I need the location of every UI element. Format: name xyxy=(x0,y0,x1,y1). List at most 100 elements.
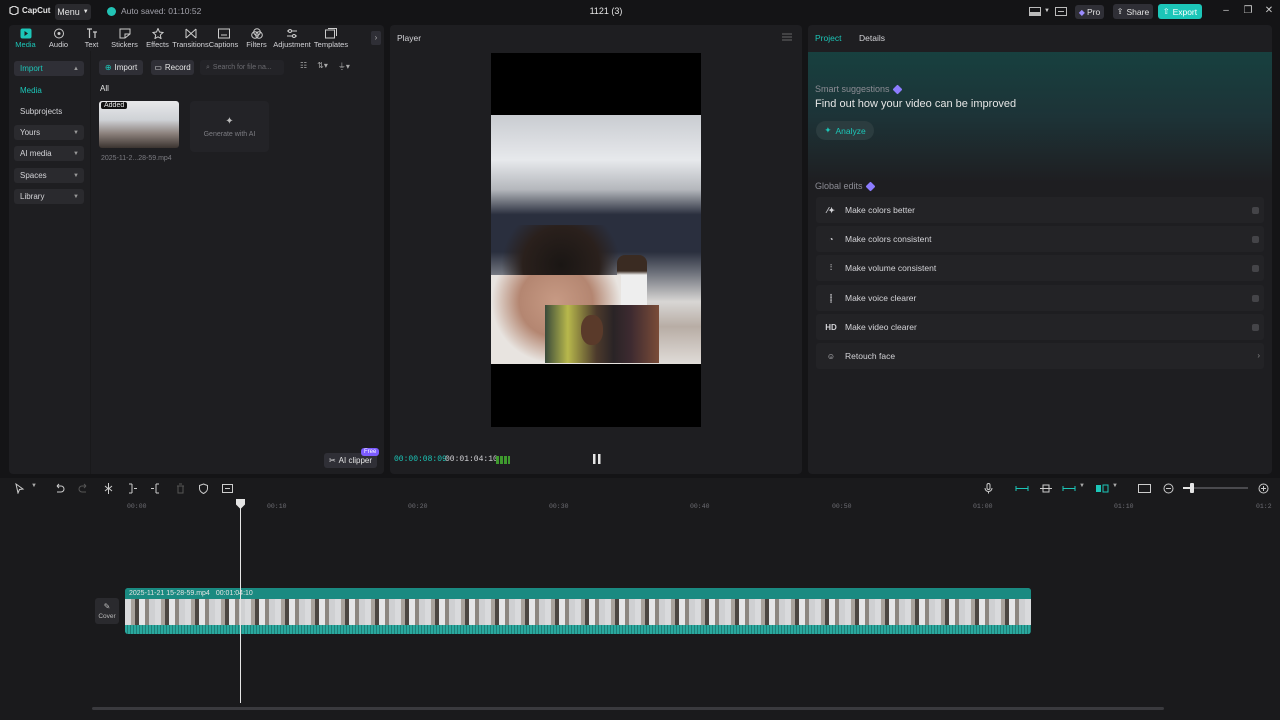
record-button[interactable]: ▭ Record xyxy=(151,60,194,75)
sidebar-item-media[interactable]: Media xyxy=(14,83,84,98)
zoom-in-icon[interactable] xyxy=(1258,483,1269,494)
delete-icon[interactable] xyxy=(175,483,186,494)
sidebar-item-yours[interactable]: Yours ▼ xyxy=(14,125,84,140)
sidebar-item-label: Library xyxy=(20,192,45,201)
split-right-icon[interactable] xyxy=(150,483,161,494)
tab-captions[interactable]: Captions xyxy=(207,25,240,51)
video-preview[interactable] xyxy=(491,53,701,427)
caption-preview-icon[interactable] xyxy=(1138,483,1151,494)
tab-transitions[interactable]: Transitions xyxy=(172,25,209,51)
pause-icon[interactable] xyxy=(593,454,601,464)
added-badge: Added xyxy=(101,102,128,109)
captions-icon xyxy=(217,28,230,38)
tab-templates[interactable]: Templates xyxy=(311,25,351,51)
tab-details[interactable]: Details xyxy=(859,33,885,43)
auto-snap-icon[interactable] xyxy=(1062,483,1076,494)
chevron-right-icon[interactable]: › xyxy=(371,31,381,45)
edit-label: Make voice clearer xyxy=(845,293,917,303)
global-edits-heading: Global edits xyxy=(815,181,875,191)
media-thumbnail[interactable]: Added xyxy=(99,101,179,148)
clip-header: 2025-11-21 15-28-59.mp4 00:01:04:10 xyxy=(125,588,1031,599)
video-clip[interactable]: 2025-11-21 15-28-59.mp4 00:01:04:10 xyxy=(125,588,1031,634)
toggle[interactable] xyxy=(1252,207,1259,214)
playhead[interactable] xyxy=(240,503,241,703)
toggle[interactable] xyxy=(1252,324,1259,331)
pro-button[interactable]: ◆ Pro xyxy=(1075,5,1104,19)
tab-text[interactable]: Text xyxy=(75,25,108,51)
media-icon xyxy=(20,28,31,38)
edit-make-voice-clearer[interactable]: ⸽ Make voice clearer xyxy=(816,285,1264,311)
export-button[interactable]: ⇧ Export xyxy=(1158,4,1202,19)
toggle[interactable] xyxy=(1252,236,1259,243)
hamburger-menu-icon[interactable] xyxy=(782,33,792,41)
layout-icon[interactable] xyxy=(1029,6,1041,17)
voice-wave-icon: ⸽ xyxy=(829,293,833,303)
edit-make-volume-consistent[interactable]: ⫶ Make volume consistent xyxy=(816,255,1264,281)
tab-project[interactable]: Project xyxy=(815,33,841,43)
toggle[interactable] xyxy=(1252,295,1259,302)
view-controls: ☷ ⇅▾ ⏚▾ xyxy=(300,61,350,72)
split-left-icon[interactable] xyxy=(127,483,138,494)
time-ruler[interactable]: 00:00 00:10 00:20 00:30 00:40 00:50 01:0… xyxy=(92,500,1272,514)
sidebar-item-spaces[interactable]: Spaces ▼ xyxy=(14,168,84,183)
chevron-down-icon[interactable]: ▼ xyxy=(1112,483,1123,494)
search-input[interactable]: ⌕ Search for file na... xyxy=(200,60,284,75)
ai-edit-icon[interactable] xyxy=(222,483,233,494)
tab-all[interactable]: All xyxy=(100,84,109,93)
grid-view-icon[interactable]: ☷ xyxy=(300,61,307,72)
edit-retouch-face[interactable]: ☺ Retouch face › xyxy=(816,343,1264,369)
sidebar-item-import[interactable]: Import ▲ xyxy=(14,61,84,76)
shortcuts-icon[interactable] xyxy=(1055,6,1067,17)
zoom-out-icon[interactable] xyxy=(1163,483,1174,494)
restore-icon[interactable]: ❐ xyxy=(1242,5,1254,17)
share-button[interactable]: ⇪ Share xyxy=(1113,4,1153,19)
undo-icon[interactable] xyxy=(54,483,65,494)
tab-stickers[interactable]: Stickers xyxy=(108,25,141,51)
edit-make-colors-consistent[interactable]: ◔ Make colors consistent xyxy=(816,226,1264,252)
split-icon[interactable] xyxy=(103,483,114,494)
edit-make-colors-better[interactable]: ⁄✦ Make colors better xyxy=(816,197,1264,223)
tab-audio[interactable]: Audio xyxy=(42,25,75,51)
close-icon[interactable]: ✕ xyxy=(1263,5,1275,17)
cover-button[interactable]: ✎ Cover xyxy=(95,598,119,624)
shield-icon[interactable] xyxy=(198,483,209,494)
timeline-panel: ▼ ▼ ▼ 00:00 00:10 00:20 00:30 00:40 00:5… xyxy=(0,478,1280,720)
sidebar-item-library[interactable]: Library ▼ xyxy=(14,189,84,204)
sidebar-item-subprojects[interactable]: Subprojects xyxy=(14,104,84,119)
media-sidebar: Import ▲ Media Subprojects Yours ▼ AI me… xyxy=(9,53,90,474)
filter-icon[interactable]: ⏚▾ xyxy=(338,61,350,72)
share-icon: ⇪ xyxy=(1116,7,1124,16)
templates-icon xyxy=(325,27,337,38)
minimize-icon[interactable]: – xyxy=(1220,5,1232,17)
filters-icon xyxy=(250,27,263,39)
chevron-down-icon[interactable]: ▼ xyxy=(31,483,42,494)
sidebar-item-ai-media[interactable]: AI media ▼ xyxy=(14,146,84,161)
smart-suggestions-label: Smart suggestions xyxy=(815,84,890,94)
tab-filters[interactable]: Filters xyxy=(240,25,273,51)
player-title: Player xyxy=(397,33,422,43)
chevron-down-icon[interactable]: ▼ xyxy=(1079,483,1090,494)
edit-make-video-clearer[interactable]: HD Make video clearer xyxy=(816,314,1264,340)
tab-adjustment[interactable]: Adjustment xyxy=(273,25,311,51)
layout-chevron-icon[interactable]: ▼ xyxy=(1041,5,1053,17)
redo-icon[interactable] xyxy=(78,483,89,494)
zoom-slider-handle[interactable] xyxy=(1190,483,1194,493)
magnet-icon[interactable] xyxy=(1039,483,1053,494)
tab-media[interactable]: Media xyxy=(9,25,42,51)
suggestions-hero xyxy=(808,52,1272,182)
microphone-icon[interactable] xyxy=(983,483,994,494)
clip-duration: 00:01:04:10 xyxy=(215,590,253,597)
chevron-up-icon: ▲ xyxy=(73,65,79,72)
generate-with-ai-button[interactable]: ✦ Generate with AI xyxy=(190,101,269,152)
import-button[interactable]: ⊕ Import xyxy=(99,60,143,75)
preview-axis-icon[interactable] xyxy=(1095,483,1109,494)
timeline-scrollbar[interactable] xyxy=(92,707,1164,710)
sort-icon[interactable]: ⇅▾ xyxy=(317,61,328,72)
tab-effects[interactable]: Effects xyxy=(141,25,174,51)
tab-label: Text xyxy=(84,39,99,49)
link-clips-icon[interactable] xyxy=(1015,483,1029,494)
toggle[interactable] xyxy=(1252,265,1259,272)
analyze-button[interactable]: ✦ Analyze xyxy=(816,121,874,140)
tab-label: Templates xyxy=(313,39,349,49)
cursor-select-icon[interactable] xyxy=(14,483,25,494)
